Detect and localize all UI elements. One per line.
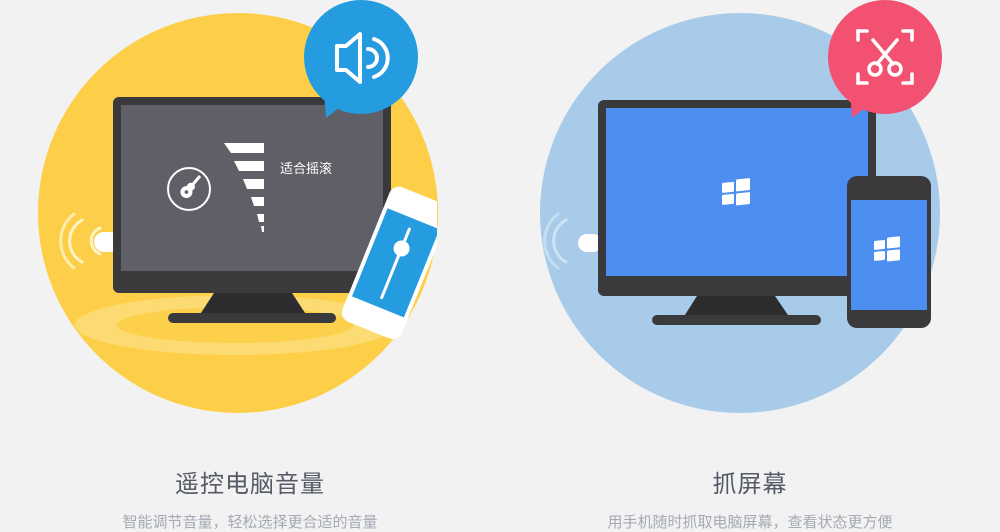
feature-title: 抓屏幕 xyxy=(712,470,788,498)
feature-title: 遥控电脑音量 xyxy=(175,470,325,498)
screen-capture-illustration xyxy=(540,0,942,413)
phone xyxy=(847,176,931,328)
monitor xyxy=(113,97,391,323)
monitor-base xyxy=(168,313,336,323)
feature-remote-volume: 适合摇滚 遥控电脑音量 智能调节音量，轻松选择更合适的音量 xyxy=(0,0,500,531)
monitor-stand xyxy=(683,296,790,318)
screen-preset-label: 适合摇滚 xyxy=(280,161,332,177)
remote-volume-illustration: 适合摇滚 xyxy=(38,0,438,413)
monitor-screen xyxy=(606,108,868,276)
feature-description: 用手机随时抓取电脑屏幕，查看状态更方便 xyxy=(607,513,893,531)
monitor-stand xyxy=(199,293,307,316)
feature-screen-capture: 抓屏幕 用手机随时抓取电脑屏幕，查看状态更方便 xyxy=(500,0,1000,531)
monitor xyxy=(598,100,876,325)
monitor-base xyxy=(652,315,821,325)
feature-description: 智能调节音量，轻松选择更合适的音量 xyxy=(122,513,378,531)
